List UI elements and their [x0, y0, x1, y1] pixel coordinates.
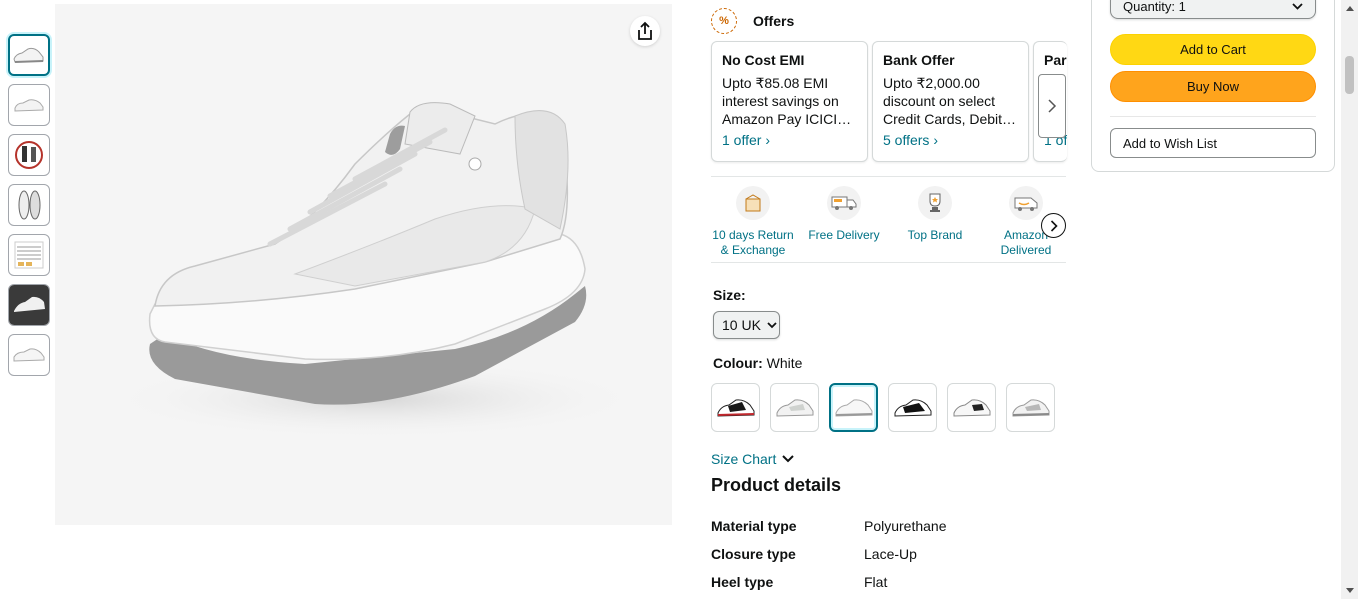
- quantity-dropdown[interactable]: Quantity: 1: [1110, 0, 1316, 19]
- product-details-title: Product details: [711, 475, 842, 495]
- page-scrollbar[interactable]: [1341, 0, 1358, 599]
- offer-card-desc: Upto ₹85.08 EMI interest savings on Amaz…: [722, 75, 852, 127]
- feature-label: Top Brand: [907, 228, 963, 242]
- size-chart-link[interactable]: Size Chart: [711, 451, 795, 467]
- colour-label: Colour:: [713, 355, 763, 371]
- table-row: Heel type Flat: [711, 568, 947, 596]
- divider: [1110, 116, 1316, 117]
- size-dropdown[interactable]: 10 UK: [713, 311, 780, 339]
- offer-card-no-cost-emi[interactable]: No Cost EMI Upto ₹85.08 EMI interest sav…: [711, 41, 868, 162]
- thumbnail-1[interactable]: [8, 34, 50, 76]
- colour-swatch-grey-white[interactable]: [770, 383, 819, 432]
- feature-top-brand[interactable]: Top Brand: [893, 186, 977, 243]
- product-details-table: Material type Polyurethane Closure type …: [711, 512, 947, 596]
- offer-card-title: No Cost EMI: [722, 52, 805, 68]
- colour-swatch-white-black[interactable]: [947, 383, 996, 432]
- share-icon: [638, 21, 652, 40]
- offer-card-title: Par: [1044, 52, 1067, 68]
- feature-label: 10 days Return & Exchange: [712, 228, 794, 257]
- table-row: Closure type Lace-Up: [711, 540, 947, 568]
- colour-value: White: [766, 355, 803, 371]
- thumbnail-strip: [8, 34, 50, 384]
- thumbnail-3[interactable]: [8, 134, 50, 176]
- divider: [711, 176, 1066, 177]
- scrollbar-thumb[interactable]: [1345, 56, 1354, 94]
- scroll-down-arrow-icon[interactable]: [1346, 588, 1354, 593]
- offer-card-link[interactable]: 1 offer ›: [722, 132, 857, 148]
- feature-label: Free Delivery: [808, 228, 880, 242]
- offer-card-title: Bank Offer: [883, 52, 955, 68]
- size-chart-label: Size Chart: [711, 451, 777, 467]
- add-to-wishlist-button[interactable]: Add to Wish List: [1110, 128, 1316, 158]
- quantity-label: Quantity: 1: [1123, 0, 1186, 14]
- size-selected-value: 10 UK: [722, 317, 761, 333]
- chevron-right-icon: [1048, 99, 1057, 113]
- share-button[interactable]: [630, 16, 660, 46]
- thumbnail-4[interactable]: [8, 184, 50, 226]
- buy-box: Quantity: 1 Add to Cart Buy Now Add to W…: [1091, 0, 1335, 172]
- sneaker-image: [105, 102, 645, 439]
- detail-value: Lace-Up: [864, 546, 917, 562]
- table-row: Material type Polyurethane: [711, 512, 947, 540]
- detail-key: Material type: [711, 518, 797, 534]
- feature-returns[interactable]: 10 days Return & Exchange: [711, 186, 795, 258]
- delivery-truck-icon: [827, 186, 861, 220]
- return-box-icon: [736, 186, 770, 220]
- detail-key: Closure type: [711, 546, 796, 562]
- trophy-icon: [918, 186, 952, 220]
- divider: [711, 262, 1066, 263]
- colour-row: Colour: White: [713, 355, 802, 371]
- offer-card-link[interactable]: 5 offers ›: [883, 132, 1018, 148]
- detail-key: Heel type: [711, 574, 774, 590]
- offer-card-bank-offer[interactable]: Bank Offer Upto ₹2,000.00 discount on se…: [872, 41, 1029, 162]
- thumbnail-6[interactable]: [8, 284, 50, 326]
- scroll-up-arrow-icon[interactable]: [1346, 6, 1354, 11]
- offers-title: Offers: [753, 13, 795, 29]
- colour-swatch-white[interactable]: [829, 383, 878, 432]
- offer-card-desc: Upto ₹2,000.00 discount on select Credit…: [883, 75, 1017, 127]
- size-label: Size:: [713, 287, 746, 303]
- feature-free-delivery[interactable]: Free Delivery: [802, 186, 886, 243]
- thumbnail-5[interactable]: [8, 234, 50, 276]
- features-next-button[interactable]: [1041, 213, 1066, 238]
- offers-header: % Offers: [711, 8, 794, 34]
- add-to-cart-button[interactable]: Add to Cart: [1110, 34, 1316, 65]
- chevron-down-icon: [1292, 2, 1303, 10]
- thumbnail-7[interactable]: [8, 334, 50, 376]
- buy-now-button[interactable]: Buy Now: [1110, 71, 1316, 102]
- chevron-down-icon: [767, 321, 777, 328]
- thumbnail-2[interactable]: [8, 84, 50, 126]
- main-product-image[interactable]: [55, 4, 672, 525]
- colour-swatch-black-white[interactable]: [888, 383, 937, 432]
- chevron-down-icon: [782, 455, 795, 463]
- colour-swatch-black-red[interactable]: [711, 383, 760, 432]
- amazon-van-icon: [1009, 186, 1043, 220]
- detail-value: Flat: [864, 574, 888, 590]
- chevron-right-icon: [1050, 219, 1058, 232]
- offers-percent-icon: %: [711, 8, 737, 34]
- detail-value: Polyurethane: [864, 518, 947, 534]
- offers-next-button[interactable]: [1038, 74, 1066, 138]
- colour-swatch-white-grey[interactable]: [1006, 383, 1055, 432]
